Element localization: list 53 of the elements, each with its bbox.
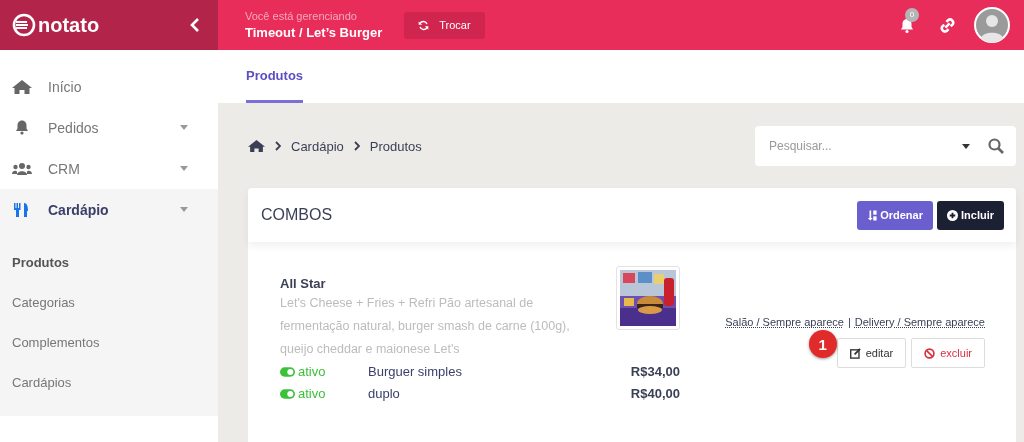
edit-icon — [849, 347, 861, 359]
tab[interactable]: Produtos — [246, 50, 304, 103]
variant-price: R$34,00 — [630, 364, 680, 379]
step-marker: 1 — [808, 330, 837, 358]
toggle-icon[interactable] — [280, 388, 295, 399]
chevron-left-icon[interactable] — [190, 18, 200, 32]
home-icon — [12, 78, 32, 95]
caret-icon — [962, 143, 970, 149]
sidebar-subitem[interactable]: Categorias — [0, 282, 218, 322]
logo-icon — [12, 13, 36, 37]
add-button[interactable]: Incluir — [937, 200, 1004, 230]
link-icon[interactable] — [939, 16, 956, 34]
sidebar-item[interactable]: Início — [0, 66, 218, 107]
sidebar-item[interactable]: Pedidos — [0, 107, 218, 148]
toggle-icon[interactable] — [280, 366, 295, 377]
variant-name: duplo — [368, 386, 401, 401]
notification-bell-icon[interactable] — [899, 16, 915, 34]
section-title: COMBOS — [261, 206, 334, 224]
separator-text: | — [847, 316, 851, 328]
sidebar-item[interactable]: CRM — [0, 148, 218, 189]
context-label: Você está gerenciando — [245, 10, 358, 22]
ban-icon — [924, 347, 936, 359]
availability-link[interactable]: Delivery / Sempre aparece — [854, 316, 985, 328]
search-input[interactable]: Pesquisar... — [767, 138, 944, 154]
variant-price: R$40,00 — [630, 386, 680, 401]
sort-button[interactable]: Ordenar — [857, 200, 933, 230]
refresh-icon — [418, 19, 430, 31]
search-icon[interactable] — [988, 138, 1004, 154]
breadcrumb-item[interactable]: Produtos — [369, 138, 422, 154]
plus-circle-icon — [947, 209, 958, 221]
logo-text: notato — [38, 13, 100, 37]
sidebar-item[interactable]: Cardápio — [0, 189, 218, 230]
status-label: ativo — [298, 364, 326, 379]
product-name: All Star — [280, 276, 327, 291]
context-value: Timeout / Let’s Burger — [245, 25, 383, 40]
variant-name: Burguer simples — [368, 364, 463, 379]
chevron-right-icon — [353, 141, 360, 151]
edit-button[interactable]: editar — [836, 338, 907, 368]
sort-icon — [867, 209, 878, 221]
home-icon[interactable] — [248, 139, 265, 153]
product-description: Let's Cheese + Fries + Refri Pão artesanal de fermentação natural, burger smash de carne (100g), queijo cheddar e maionese Let's — [280, 295, 571, 358]
breadcrumb-item[interactable]: Cardápio — [291, 138, 344, 154]
search-field[interactable]: Pesquisar... — [755, 126, 1016, 166]
sidebar-subitem[interactable]: Cardápios — [0, 362, 218, 402]
avatar-icon[interactable] — [974, 7, 1010, 43]
chevron-right-icon — [275, 141, 281, 151]
sidebar-subitem[interactable]: Produtos — [0, 242, 218, 282]
users-icon — [12, 160, 32, 177]
sidebar-subitem[interactable]: Complementos — [0, 322, 218, 362]
status-label: ativo — [298, 386, 326, 401]
delete-button[interactable]: excluir — [911, 338, 985, 368]
availability-link[interactable]: Salão / Sempre aparece — [725, 316, 844, 328]
switch-button[interactable]: Trocar — [404, 11, 485, 39]
